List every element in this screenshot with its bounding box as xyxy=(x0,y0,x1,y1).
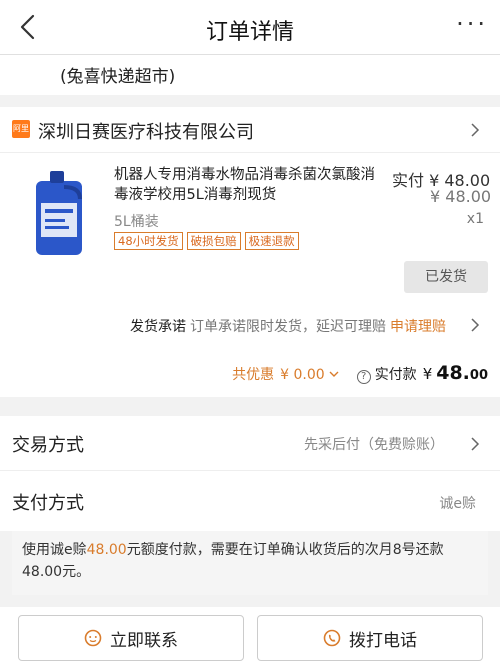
back-icon[interactable] xyxy=(14,12,44,42)
original-price: ¥ 48.00 xyxy=(430,187,492,206)
quantity: x1 xyxy=(466,211,484,227)
service-tag: 48小时发货 xyxy=(114,232,183,250)
shop-logo: 阿里 xyxy=(12,120,30,138)
phone-icon xyxy=(323,629,341,647)
paid-label: 实付款 xyxy=(374,367,417,383)
chevron-right-icon[interactable] xyxy=(468,318,482,332)
promise-label: 发货承诺 xyxy=(130,319,186,335)
chevron-down-icon[interactable] xyxy=(329,369,339,379)
payment-method-value: 诚e赊 xyxy=(439,496,476,512)
payment-note: 使用诚e赊48.00元额度付款，需要在订单确认收货后的次月8号还款48.00元。 xyxy=(12,531,488,595)
trade-method-value: 先采后付（免费赊账） xyxy=(304,437,444,453)
paid-amount-decimal: 00 xyxy=(469,368,488,383)
bottom-action-bar: 立即联系 拨打电话 xyxy=(0,607,500,667)
order-total: 共优惠 ¥ 0.00 ? 实付款 ¥ 48. 00 xyxy=(232,362,488,384)
note-amount: 48.00 xyxy=(86,542,127,558)
shipping-promise: 发货承诺 订单承诺限时发货，延迟可理赔 申请理赔 xyxy=(130,316,446,336)
product-title[interactable]: 机器人专用消毒水物品消毒杀菌次氯酸消毒液学校用5L消毒剂现货 xyxy=(114,165,386,205)
discount-label[interactable]: 共优惠 xyxy=(232,364,274,384)
apply-claim-link[interactable]: 申请理赔 xyxy=(390,319,446,335)
delivery-address: (兔喜快递超市) xyxy=(0,55,500,95)
promise-text: 订单承诺限时发货，延迟可理赔 xyxy=(190,319,386,335)
page-title: 订单详情 xyxy=(205,20,294,45)
shop-row[interactable]: 阿里 深圳日赛医疗科技有限公司 xyxy=(0,107,500,153)
payment-method-label: 支付方式 xyxy=(12,493,84,514)
note-prefix: 使用诚e赊 xyxy=(22,542,87,558)
paid-amount-integer: 48. xyxy=(436,362,470,384)
paid-currency: ¥ xyxy=(422,365,433,383)
more-icon[interactable]: ··· xyxy=(456,12,488,36)
chevron-right-icon[interactable] xyxy=(468,123,482,137)
call-button-label: 拨打电话 xyxy=(349,630,417,651)
service-tag: 破损包赔 xyxy=(186,232,241,250)
payment-method-row: 支付方式 诚e赊 xyxy=(0,471,500,531)
trade-method-label: 交易方式 xyxy=(12,435,84,456)
shipped-status-button[interactable]: 已发货 xyxy=(404,261,488,293)
contact-button[interactable]: 立即联系 xyxy=(18,615,244,661)
service-tags: 48小时发货 破损包赔 极速退款 xyxy=(114,232,299,250)
top-nav-bar: 订单详情 ··· xyxy=(0,0,500,55)
call-button[interactable]: 拨打电话 xyxy=(257,615,483,661)
service-tag: 极速退款 xyxy=(244,232,299,250)
address-text: (兔喜快递超市) xyxy=(60,67,176,87)
order-card: 阿里 深圳日赛医疗科技有限公司 机器人专用消毒水物品消毒杀菌次氯酸消毒液学校用5… xyxy=(0,107,500,397)
chevron-right-icon[interactable] xyxy=(468,437,482,451)
contact-button-label: 立即联系 xyxy=(110,630,178,651)
product-image[interactable] xyxy=(30,169,86,261)
help-icon[interactable]: ? xyxy=(356,370,371,384)
discount-value[interactable]: ¥ 0.00 xyxy=(280,367,325,383)
product-spec: 5L桶装 xyxy=(114,214,159,230)
shop-name[interactable]: 深圳日赛医疗科技有限公司 xyxy=(38,118,254,144)
chat-icon xyxy=(84,629,102,647)
trade-method-row[interactable]: 交易方式 先采后付（免费赊账） xyxy=(0,416,500,471)
